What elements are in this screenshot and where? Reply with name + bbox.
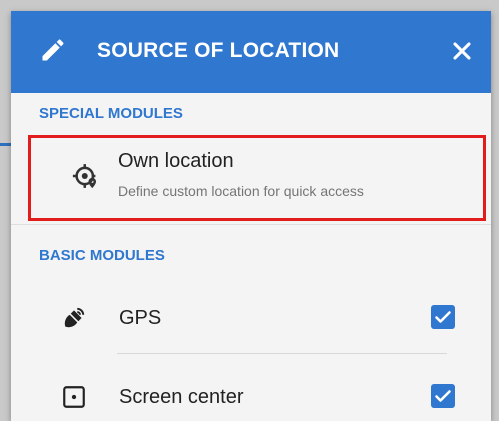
own-location-subtitle: Define custom location for quick access bbox=[118, 183, 364, 199]
own-location-icon bbox=[72, 164, 96, 189]
close-icon[interactable] bbox=[448, 37, 476, 65]
gps-icon bbox=[64, 307, 85, 328]
screen-center-checkbox[interactable] bbox=[431, 384, 455, 408]
source-of-location-dialog: SOURCE OF LOCATION SPECIAL MODULES Own l… bbox=[11, 11, 491, 421]
edit-icon[interactable] bbox=[39, 36, 67, 64]
module-label-screen-center: Screen center bbox=[119, 386, 244, 408]
module-row-gps[interactable]: GPS bbox=[11, 289, 491, 349]
own-location-item[interactable]: Own location Define custom location for … bbox=[28, 135, 486, 221]
checkbox-icon bbox=[435, 311, 451, 323]
dialog-title: SOURCE OF LOCATION bbox=[97, 39, 340, 62]
screen-center-icon bbox=[63, 386, 85, 408]
section-divider bbox=[11, 224, 491, 225]
dialog-header: SOURCE OF LOCATION bbox=[11, 11, 491, 93]
row-divider bbox=[117, 353, 447, 354]
section-title-basic: BASIC MODULES bbox=[39, 247, 165, 264]
checkbox-icon bbox=[435, 390, 451, 402]
module-label-gps: GPS bbox=[119, 307, 162, 329]
module-row-screen-center[interactable]: Screen center bbox=[11, 368, 491, 421]
section-title-special: SPECIAL MODULES bbox=[39, 105, 183, 122]
gps-checkbox[interactable] bbox=[431, 305, 455, 329]
own-location-title: Own location bbox=[118, 150, 234, 172]
